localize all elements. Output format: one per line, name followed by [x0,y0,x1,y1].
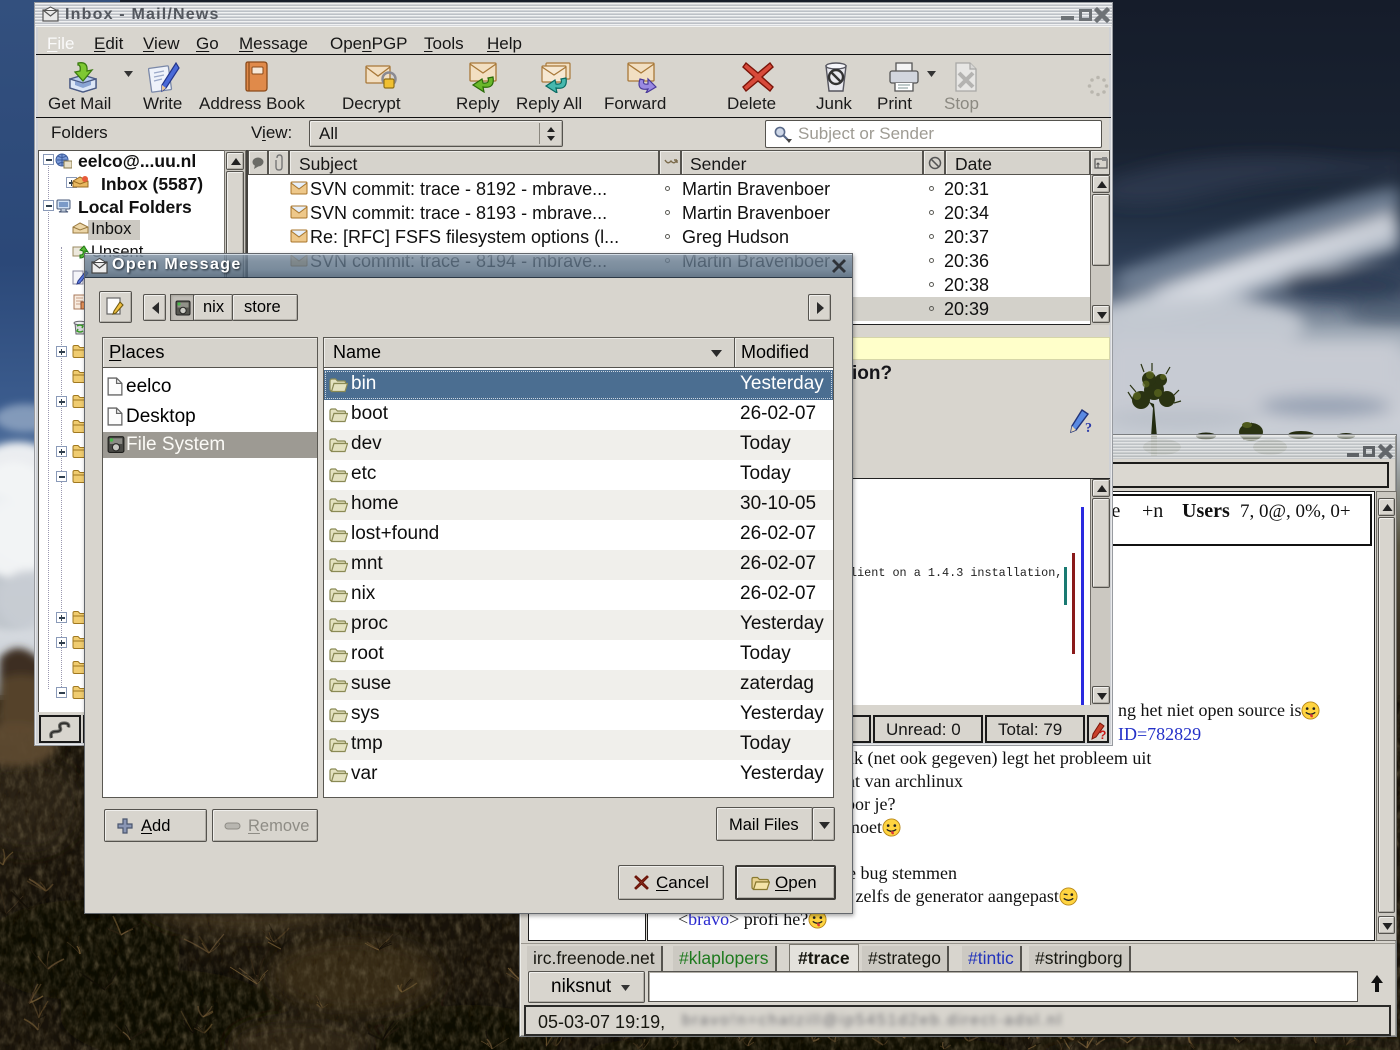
svg-text:?: ? [1099,728,1106,741]
svg-text:?: ? [1085,421,1092,434]
